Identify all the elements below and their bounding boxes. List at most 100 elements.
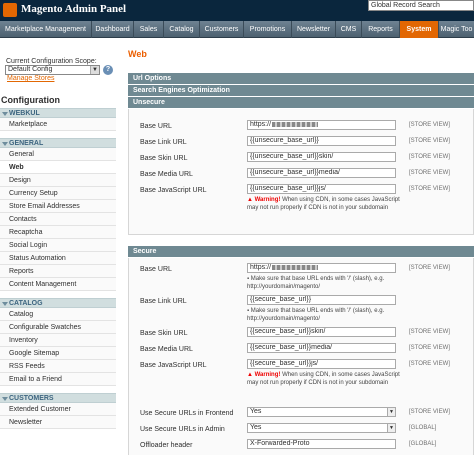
sidebar-section-general[interactable]: GENERAL — [0, 138, 116, 148]
nav-magic-too[interactable]: Magic Too — [439, 21, 474, 38]
sidebar-item-newsletter[interactable]: Newsletter — [0, 416, 116, 429]
field-label: Base JavaScript URL — [140, 187, 207, 194]
secure-js-input[interactable]: {{secure_base_url}}js/ — [247, 359, 396, 369]
sidebar-item-extended-customer[interactable]: Extended Customer — [0, 403, 116, 416]
sidebar-item-contacts[interactable]: Contacts — [0, 213, 116, 226]
secure-base-link-input[interactable]: {{secure_base_url}} — [247, 295, 396, 305]
sidebar-item-social-login[interactable]: Social Login — [0, 239, 116, 252]
sidebar-item-email-friend[interactable]: Email to a Friend — [0, 373, 116, 386]
nav-promotions[interactable]: Promotions — [244, 21, 292, 38]
section-unsecure[interactable]: Unsecure — [128, 97, 474, 108]
scope-tag: [STORE VIEW] — [409, 154, 450, 160]
scope-tag: [GLOBAL] — [409, 441, 437, 447]
scope-select[interactable]: Default Config ▼ — [5, 65, 100, 75]
sidebar-item-recaptcha[interactable]: Recaptcha — [0, 226, 116, 239]
fieldset-spacer — [128, 235, 474, 246]
offloader-input[interactable]: X-Forwarded-Proto — [247, 439, 396, 449]
field-label: Base Link URL — [140, 298, 187, 305]
sidebar-item-content-management[interactable]: Content Management — [0, 278, 116, 291]
redacted-text — [272, 264, 319, 270]
scope-tag: [STORE VIEW] — [409, 138, 450, 144]
sidebar-item-configurable-swatches[interactable]: Configurable Swatches — [0, 321, 116, 334]
sidebar-section-customers[interactable]: CUSTOMERS — [0, 393, 116, 403]
configuration-title: Configuration — [1, 95, 60, 105]
secure-fieldset: Base URL https:// [STORE VIEW] ▪ Make su… — [128, 258, 474, 455]
note-text: Make sure that base URL ends with '/' (s… — [247, 276, 385, 290]
nav-sales[interactable]: Sales — [134, 21, 164, 38]
warning-label: Warning! — [254, 197, 281, 203]
warning-label: Warning! — [254, 372, 281, 378]
nav-customers[interactable]: Customers — [200, 21, 244, 38]
unsecure-skin-input[interactable]: {{unsecure_base_url}}skin/ — [247, 152, 396, 162]
scope-select-value: Default Config — [8, 66, 53, 73]
unsecure-base-url-input[interactable]: https:// — [247, 120, 396, 130]
scope-tag: [STORE VIEW] — [409, 186, 450, 192]
section-url-options[interactable]: Url Options — [128, 73, 474, 84]
config-sidebar: WEBKUL Marketplace GENERAL General Web D… — [0, 108, 116, 429]
select-value: Yes — [250, 408, 262, 415]
global-search-input[interactable]: Global Record Search — [368, 0, 474, 11]
nav-dashboard[interactable]: Dashboard — [92, 21, 134, 38]
help-icon[interactable]: ? — [103, 65, 113, 75]
scope-tag: [STORE VIEW] — [409, 329, 450, 335]
page-title: Web — [128, 49, 147, 59]
unsecure-base-link-input[interactable]: {{unsecure_base_url}} — [247, 136, 396, 146]
admin-panel-title: Magento Admin Panel — [21, 3, 127, 15]
sidebar-item-google-sitemap[interactable]: Google Sitemap — [0, 347, 116, 360]
scope-tag: [STORE VIEW] — [409, 361, 450, 367]
use-secure-admin-select[interactable]: Yes ▼ — [247, 423, 396, 433]
use-secure-frontend-select[interactable]: Yes ▼ — [247, 407, 396, 417]
field-label: Base JavaScript URL — [140, 362, 207, 369]
sidebar-section-catalog[interactable]: CATALOG — [0, 298, 116, 308]
scope-tag: [STORE VIEW] — [409, 409, 450, 415]
sidebar-section-webkul[interactable]: WEBKUL — [0, 108, 116, 118]
sidebar-item-web[interactable]: Web — [0, 161, 116, 174]
nav-reports[interactable]: Reports — [362, 21, 400, 38]
unsecure-media-input[interactable]: {{unsecure_base_url}}media/ — [247, 168, 396, 178]
chevron-down-icon: ▼ — [387, 408, 395, 416]
sidebar-item-status-automation[interactable]: Status Automation — [0, 252, 116, 265]
nav-marketplace-management[interactable]: Marketplace Management — [0, 21, 92, 38]
field-label: Base URL — [140, 123, 172, 130]
sidebar-item-rss-feeds[interactable]: RSS Feeds — [0, 360, 116, 373]
field-label: Base Skin URL — [140, 330, 188, 337]
redacted-text — [272, 121, 319, 127]
note-text: Make sure that base URL ends with '/' (s… — [247, 308, 385, 322]
field-label: Base URL — [140, 266, 172, 273]
main-content: Web Url Options Search Engines Optimizat… — [128, 48, 474, 455]
chevron-down-icon: ▼ — [387, 424, 395, 432]
secure-base-url-input[interactable]: https:// — [247, 263, 396, 273]
nav-catalog[interactable]: Catalog — [164, 21, 200, 38]
field-label: Base Media URL — [140, 346, 193, 353]
warning-icon: ▲ — [247, 197, 255, 203]
slash-note: ▪ Make sure that base URL ends with '/' … — [247, 275, 407, 291]
scope-tag: [STORE VIEW] — [409, 265, 450, 271]
field-label: Offloader header — [140, 442, 193, 449]
nav-system[interactable]: System — [400, 21, 439, 38]
sidebar-item-general[interactable]: General — [0, 148, 116, 161]
nav-cms[interactable]: CMS — [336, 21, 362, 38]
section-seo[interactable]: Search Engines Optimization — [128, 85, 474, 96]
section-secure[interactable]: Secure — [128, 246, 474, 257]
sidebar-item-inventory[interactable]: Inventory — [0, 334, 116, 347]
secure-skin-input[interactable]: {{secure_base_url}}skin/ — [247, 327, 396, 337]
sidebar-item-marketplace[interactable]: Marketplace — [0, 118, 116, 131]
manage-stores-link[interactable]: Manage Stores — [7, 75, 54, 82]
sidebar-item-store-email[interactable]: Store Email Addresses — [0, 200, 116, 213]
sidebar-item-currency-setup[interactable]: Currency Setup — [0, 187, 116, 200]
sidebar-item-reports[interactable]: Reports — [0, 265, 116, 278]
scope-tag: [STORE VIEW] — [409, 170, 450, 176]
secure-media-input[interactable]: {{secure_base_url}}media/ — [247, 343, 396, 353]
scope-label: Current Configuration Scope: — [6, 58, 97, 65]
warning-icon: ▲ — [247, 372, 255, 378]
cdn-warning-note: ▲ Warning! When using CDN, in some cases… — [247, 196, 407, 212]
chevron-down-icon: ▼ — [90, 66, 99, 74]
sidebar-item-catalog[interactable]: Catalog — [0, 308, 116, 321]
nav-newsletter[interactable]: Newsletter — [292, 21, 336, 38]
unsecure-js-input[interactable]: {{unsecure_base_url}}js/ — [247, 184, 396, 194]
sidebar-item-design[interactable]: Design — [0, 174, 116, 187]
field-label: Use Secure URLs in Admin — [140, 426, 225, 433]
